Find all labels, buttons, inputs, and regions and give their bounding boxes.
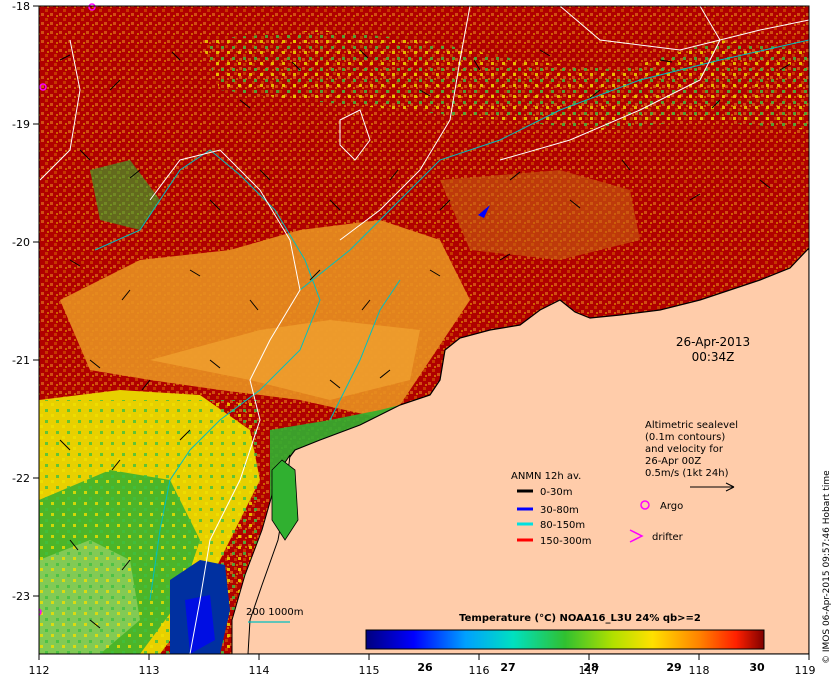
lon-tick-label: 114 bbox=[249, 664, 270, 677]
colorbar-tick: 26 bbox=[417, 661, 433, 674]
lon-tick-label: 112 bbox=[29, 664, 50, 677]
date-label: 26-Apr-2013 bbox=[676, 335, 750, 349]
lon-tick-label: 115 bbox=[359, 664, 380, 677]
lat-tick-label: -22 bbox=[12, 472, 30, 485]
altimetry-line: and velocity for bbox=[645, 444, 724, 455]
lat-tick-label: -23 bbox=[12, 590, 30, 603]
altimetry-line: 26-Apr 00Z bbox=[645, 456, 701, 467]
lat-tick-label: -18 bbox=[12, 0, 30, 13]
colorbar-tick: 29 bbox=[666, 661, 681, 674]
lon-tick-label: 116 bbox=[469, 664, 490, 677]
isobath-legend-label: 200 1000m bbox=[246, 607, 303, 618]
lat-tick-label: -21 bbox=[12, 354, 30, 367]
drifter-legend-label: drifter bbox=[652, 532, 684, 543]
colorbar-title: Temperature (°C) NOAA16_L3U 24% qb>=2 bbox=[459, 613, 701, 624]
colorbar-tick: 27 bbox=[500, 661, 515, 674]
depth-legend-label: 80-150m bbox=[540, 520, 585, 531]
lon-tick-label: 113 bbox=[139, 664, 160, 677]
anmn-title: ANMN 12h av. bbox=[511, 471, 581, 482]
altimetry-line: 0.5m/s (1kt 24h) bbox=[645, 468, 729, 479]
altimetry-line: Altimetric sealevel bbox=[645, 420, 738, 431]
depth-legend-label: 0-30m bbox=[540, 487, 572, 498]
lat-axis: -18 -19 -20 -21 -22 -23 bbox=[12, 0, 30, 603]
depth-legend-label: 30-80m bbox=[540, 505, 579, 516]
lat-tick-label: -20 bbox=[12, 236, 30, 249]
lat-tick-label: -19 bbox=[12, 118, 30, 131]
lon-tick-label: 118 bbox=[689, 664, 710, 677]
time-label: 00:34Z bbox=[692, 350, 735, 364]
colorbar-scale bbox=[365, 629, 765, 650]
sst-map: 112 113 114 115 116 117 118 119 -18 -19 … bbox=[12, 0, 832, 677]
colorbar-tick: 30 bbox=[749, 661, 765, 674]
colorbar-tick: 28 bbox=[583, 661, 598, 674]
lon-tick-label: 119 bbox=[795, 664, 816, 677]
altimetry-line: (0.1m contours) bbox=[645, 432, 725, 443]
depth-legend-label: 150-300m bbox=[540, 536, 592, 547]
credit-text: © IMOS 06-Apr-2015 09:57:46 Hobart time bbox=[822, 470, 832, 664]
argo-legend-label: Argo bbox=[660, 501, 683, 512]
sst-field bbox=[39, 6, 809, 654]
